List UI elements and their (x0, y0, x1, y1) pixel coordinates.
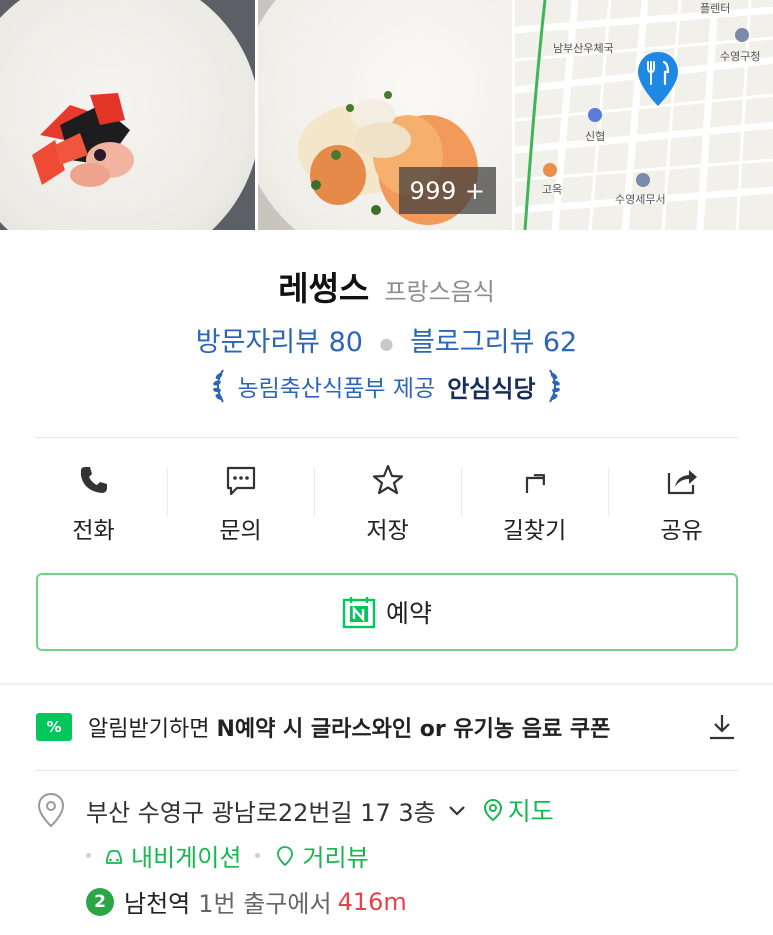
save-label: 저장 (366, 518, 409, 544)
map-pin-icon (483, 798, 502, 822)
action-bar: 전화 문의 저장 길찾기 공유 (20, 445, 755, 555)
chevron-down-icon[interactable] (446, 799, 468, 821)
photo-count-badge[interactable]: 999 + (399, 167, 496, 214)
separator-dot (86, 853, 91, 858)
call-label: 전화 (72, 518, 115, 544)
coupon-text-bold: N예약 시 글라스와인 or 유기농 음료 쿠폰 (216, 717, 611, 742)
food-photo-2[interactable]: 999 + (258, 0, 512, 230)
place-name: 레썽스 (278, 269, 370, 308)
separator-dot: ● (379, 334, 394, 353)
share-label: 공유 (660, 518, 703, 544)
map-link-label: 지도 (507, 797, 554, 826)
map-label: 플렌터 (700, 2, 731, 15)
map-label: 고옥 (542, 183, 563, 196)
share-button[interactable]: 공유 (608, 445, 755, 555)
map-label: 수영세무서 (615, 193, 666, 206)
review-row: 방문자리뷰 80 ● 블로그리뷰 62 (0, 320, 773, 359)
station-exit: 1번 출구에서 (198, 890, 332, 918)
navigation-link[interactable]: 내비게이션 (103, 838, 241, 873)
save-button[interactable]: 저장 (314, 445, 461, 555)
map-label: 신협 (585, 130, 606, 143)
naver-booking-icon (342, 597, 376, 629)
certification-badge[interactable]: 농림축산식품부 제공 안심식당 (0, 368, 773, 404)
laurel-right-icon (548, 369, 560, 403)
street-view-label: 거리뷰 (302, 844, 369, 872)
visitor-review-link[interactable]: 방문자리뷰 80 (196, 327, 363, 358)
station-name: 남천역 (124, 890, 191, 918)
place-title-row: 레썽스 프랑스음식 (0, 262, 773, 310)
map-label: 수영구청 (720, 50, 761, 63)
street-view-link[interactable]: 거리뷰 (274, 838, 369, 873)
laurel-left-icon (213, 369, 225, 403)
blog-review-link[interactable]: 블로그리뷰 62 (410, 327, 577, 358)
restaurant-pin-icon (638, 52, 678, 106)
reserve-button[interactable]: 예약 (36, 573, 738, 651)
separator-dot (255, 853, 261, 858)
chat-icon (226, 466, 255, 496)
section-divider (0, 683, 773, 685)
coupon-icon: % (36, 713, 72, 741)
share-icon (667, 470, 697, 495)
map-link[interactable]: 지도 (482, 792, 554, 828)
coupon-text-prefix: 알림받기하면 (88, 717, 217, 742)
call-button[interactable]: 전화 (20, 445, 167, 555)
reserve-label: 예약 (385, 599, 432, 628)
place-category: 프랑스음식 (384, 278, 495, 306)
station-distance: 416m (337, 887, 407, 916)
address-row: 부산 수영구 광남로22번길 17 3층 지도 (36, 792, 738, 828)
directions-icon (525, 474, 545, 493)
coupon-text: 알림받기하면 N예약 시 글라스와인 or 유기농 음료 쿠폰 (88, 711, 696, 743)
directions-button[interactable]: 길찾기 (461, 445, 608, 555)
food-photo-1[interactable] (0, 0, 255, 230)
inquiry-label: 문의 (219, 518, 262, 544)
coupon-row[interactable]: % 알림받기하면 N예약 시 글라스와인 or 유기농 음료 쿠폰 (36, 705, 738, 749)
inquiry-button[interactable]: 문의 (167, 445, 314, 555)
map-label: 남부산우체국 (553, 42, 614, 55)
navigation-label: 내비게이션 (131, 844, 242, 872)
divider (36, 437, 738, 438)
download-icon[interactable] (706, 711, 738, 743)
subway-row: 2 남천역 1번 출구에서 416m (86, 884, 407, 919)
location-pin-icon (37, 792, 65, 828)
divider (36, 770, 738, 771)
subway-line-badge: 2 (86, 887, 114, 916)
street-view-pin-icon (277, 845, 294, 866)
map-thumbnail[interactable]: 남부산우체국 수영구청 신협 고옥 수영세무서 플렌터 (515, 0, 773, 230)
certification-name: 안심식당 (447, 374, 536, 403)
navigation-links: 내비게이션 거리뷰 (86, 838, 369, 873)
car-icon (106, 849, 122, 864)
phone-icon (80, 467, 107, 493)
photo-strip: 999 + 남부산우체국 수영구청 신협 고옥 수영세무서 플렌터 (0, 0, 773, 230)
directions-label: 길찾기 (502, 518, 567, 544)
certification-source: 농림축산식품부 제공 (237, 376, 436, 402)
address-text: 부산 수영구 광남로22번길 17 3층 (86, 798, 436, 827)
star-icon (372, 464, 403, 495)
